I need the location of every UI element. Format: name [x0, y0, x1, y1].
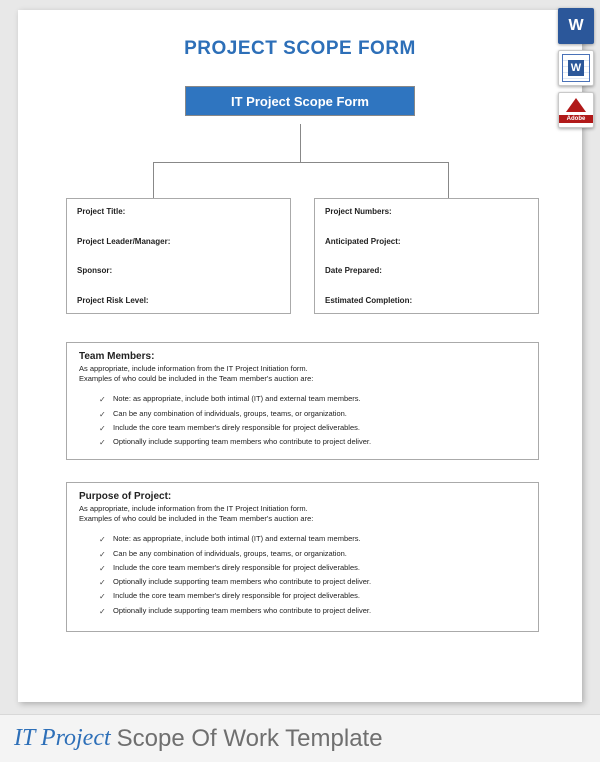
- purpose-intro-line1: As appropriate, include information from…: [79, 504, 308, 513]
- team-title: Team Members:: [79, 351, 526, 362]
- field-estimated-completion: Estimated Completion:: [325, 296, 528, 305]
- field-anticipated-project: Anticipated Project:: [325, 237, 528, 246]
- list-item: Optionally include supporting team membe…: [99, 435, 526, 449]
- file-type-icons: W W Adobe: [558, 8, 594, 128]
- field-risk-level: Project Risk Level:: [77, 296, 280, 305]
- page-title: PROJECT SCOPE FORM: [18, 10, 582, 60]
- pdf-brand-label: Adobe: [559, 115, 593, 123]
- list-item: Include the core team member's direly re…: [99, 589, 526, 603]
- field-date-prepared: Date Prepared:: [325, 266, 528, 275]
- document-page: PROJECT SCOPE FORM IT Project Scope Form…: [18, 10, 582, 702]
- doc-label: W: [568, 60, 584, 76]
- footer-strong: IT Project: [14, 725, 111, 752]
- word-docx-icon[interactable]: W: [558, 8, 594, 44]
- footer-rest: Scope Of Work Template: [117, 725, 383, 753]
- list-item: Note: as appropriate, include both intim…: [99, 392, 526, 406]
- team-list: Note: as appropriate, include both intim…: [99, 392, 526, 449]
- purpose-intro-line2: Examples of who could be included in the…: [79, 514, 313, 523]
- connector-line: [153, 162, 154, 198]
- list-item: Can be any combination of individuals, g…: [99, 547, 526, 561]
- connector-line: [448, 162, 449, 198]
- field-project-numbers: Project Numbers:: [325, 207, 528, 216]
- docx-label: W: [568, 17, 583, 35]
- purpose-section: Purpose of Project: As appropriate, incl…: [66, 482, 539, 632]
- page-footer: IT Project Scope Of Work Template: [0, 714, 600, 762]
- pdf-logo-icon: [566, 98, 586, 112]
- purpose-intro: As appropriate, include information from…: [79, 504, 526, 524]
- subtitle-box: IT Project Scope Form: [185, 86, 415, 116]
- field-sponsor: Sponsor:: [77, 266, 280, 275]
- list-item: Include the core team member's direly re…: [99, 421, 526, 435]
- pdf-icon[interactable]: Adobe: [558, 92, 594, 128]
- purpose-title: Purpose of Project:: [79, 491, 526, 502]
- purpose-list: Note: as appropriate, include both intim…: [99, 532, 526, 618]
- list-item: Optionally include supporting team membe…: [99, 604, 526, 618]
- list-item: Include the core team member's direly re…: [99, 561, 526, 575]
- connector-line: [153, 162, 448, 163]
- field-project-title: Project Title:: [77, 207, 280, 216]
- team-intro: As appropriate, include information from…: [79, 364, 526, 384]
- list-item: Note: as appropriate, include both intim…: [99, 532, 526, 546]
- list-item: Can be any combination of individuals, g…: [99, 407, 526, 421]
- field-project-leader: Project Leader/Manager:: [77, 237, 280, 246]
- project-info-left: Project Title: Project Leader/Manager: S…: [66, 198, 291, 314]
- project-info-right: Project Numbers: Anticipated Project: Da…: [314, 198, 539, 314]
- connector-line: [300, 124, 301, 162]
- team-intro-line1: As appropriate, include information from…: [79, 364, 308, 373]
- team-members-section: Team Members: As appropriate, include in…: [66, 342, 539, 460]
- word-doc-icon[interactable]: W: [558, 50, 594, 86]
- list-item: Optionally include supporting team membe…: [99, 575, 526, 589]
- team-intro-line2: Examples of who could be included in the…: [79, 374, 313, 383]
